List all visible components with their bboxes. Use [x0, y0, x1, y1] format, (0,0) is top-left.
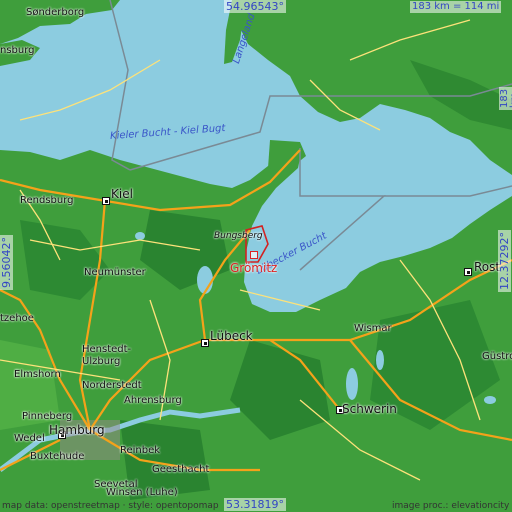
city-marker-rostock [464, 268, 472, 276]
lake-3 [135, 232, 145, 240]
label-pinneberg: Pinneberg [22, 411, 73, 422]
credit-right: image proc.: elevationcity [392, 501, 510, 511]
coord-right: 12.37292° [498, 230, 511, 292]
label-schwerin: Schwerin [342, 402, 397, 416]
label-bungsberg: Bungsberg [214, 231, 263, 241]
label-itzehoe: tzehoe [0, 313, 34, 324]
label-wedel: Wedel [14, 433, 45, 444]
label-elmshorn: Elmshorn [14, 369, 61, 380]
label-flensburg: nsburg [0, 45, 35, 56]
label-neumunster: Neumünster [84, 267, 146, 278]
label-wismar: Wismar [354, 323, 392, 334]
label-sonderborg: Sønderborg [26, 7, 85, 18]
label-reinbek: Reinbek [120, 445, 161, 456]
label-hamburg: Hamburg [49, 423, 105, 437]
label-target-place: Grömitz [230, 261, 278, 275]
lake-schwerin [346, 368, 358, 400]
label-rostock: Rost [474, 260, 501, 274]
label-rendsburg: Rendsburg [20, 195, 74, 206]
lake-4 [484, 396, 496, 404]
city-marker-lubeck [201, 339, 209, 347]
label-henstedt: Henstedt- Ulzburg [82, 344, 132, 367]
coord-bottom: 53.31819° [224, 498, 286, 511]
coord-top: 54.96543° [224, 0, 286, 13]
map-view[interactable]: Sønderborg nsburg Kieler Bucht - Kiel Bu… [0, 0, 512, 512]
label-winsen: Winsen (Luhe) [106, 487, 178, 498]
label-norderstedt: Norderstedt [82, 380, 142, 391]
label-gustrow: Güstro [482, 351, 512, 362]
label-lubeck: Lübeck [210, 329, 253, 343]
lake-2 [376, 350, 384, 370]
scale-vertical: 183 km = 114 mi [499, 86, 512, 110]
coord-left: 9.56042° [0, 235, 13, 290]
lake-1 [197, 266, 213, 294]
label-buxtehude: Buxtehude [30, 451, 85, 462]
credit-left: map data: openstreetmap · style: opentop… [2, 501, 219, 511]
city-marker-kiel [102, 197, 110, 205]
label-ahrensburg: Ahrensburg [124, 395, 182, 406]
scale-horizontal: 183 km = 114 mi [410, 1, 502, 13]
location-marker[interactable] [250, 251, 258, 259]
label-kiel: Kiel [111, 187, 133, 201]
label-geesthacht: Geesthacht [152, 464, 210, 475]
